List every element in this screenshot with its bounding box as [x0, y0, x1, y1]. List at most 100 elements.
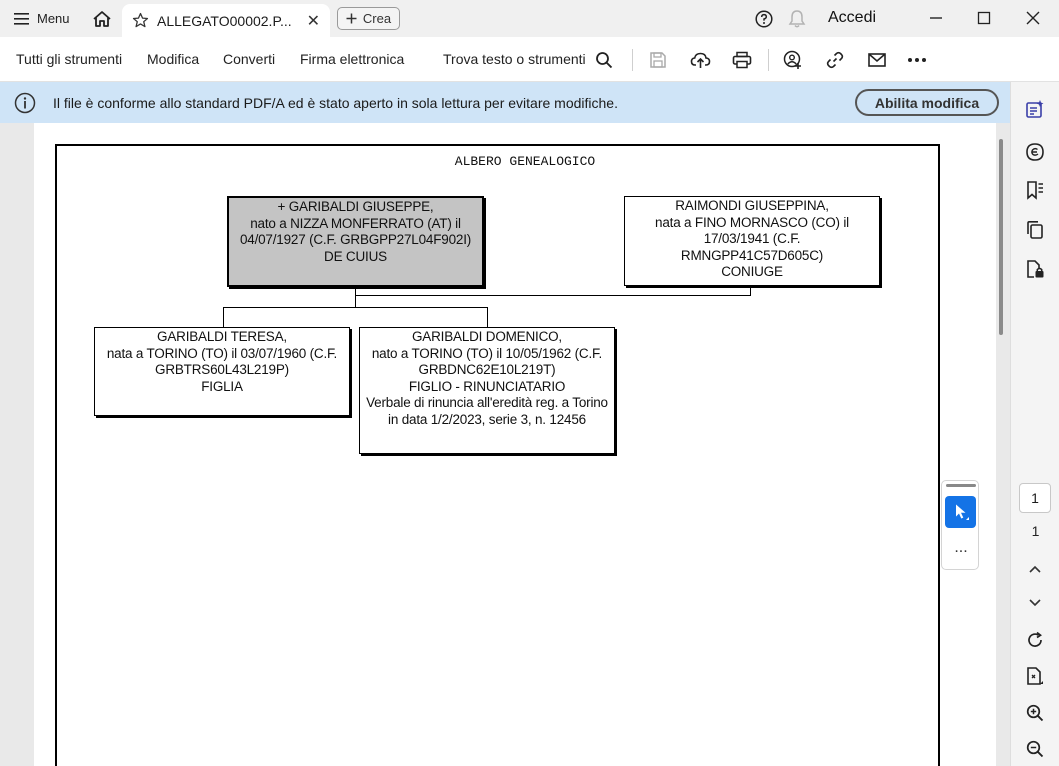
child1-birth: nata a TORINO (TO) il 03/07/1960 (C.F.: [106, 345, 338, 361]
find-tools-button[interactable]: Trova testo o strumenti: [443, 51, 586, 67]
minimize-button[interactable]: [926, 8, 946, 28]
mail-icon: [868, 53, 886, 67]
toolbar: Tutti gli strumenti Modifica Converti Fi…: [0, 37, 1059, 82]
rail-comment-button[interactable]: [1024, 98, 1046, 120]
cursor-icon: [955, 504, 969, 520]
bell-icon[interactable]: [788, 9, 806, 29]
close-tab-icon[interactable]: ✕: [307, 11, 320, 31]
deceased-birth: nato a NIZZA MONFERRATO (AT) il: [250, 215, 461, 231]
tab-title: ALLEGATO00002.P...: [157, 12, 292, 29]
share-user-icon: [783, 50, 801, 69]
spouse-tax-code: RMNGPP41C57D605C): [680, 247, 824, 263]
spouse-box: RAIMONDI GIUSEPPINA, nata a FINO MORNASC…: [624, 196, 880, 286]
sign-in-button[interactable]: Accedi: [828, 9, 876, 27]
child-box-teresa: GARIBALDI TERESA, nata a TORINO (TO) il …: [94, 327, 350, 416]
link-button[interactable]: [824, 49, 846, 71]
child2-renunciation-date: in data 1/2/2023, serie 3, n. 12456: [388, 411, 586, 427]
menu-button[interactable]: Menu: [8, 5, 76, 32]
page-fit-button[interactable]: [1024, 665, 1046, 687]
rail-pages-button[interactable]: [1024, 219, 1046, 241]
info-icon: [14, 92, 36, 114]
title-bar: Menu ALLEGATO00002.P... ✕ Crea Accedi: [0, 0, 1059, 37]
child1-name: GARIBALDI TERESA,: [157, 329, 287, 344]
star-icon[interactable]: [132, 12, 149, 29]
drag-handle[interactable]: [946, 484, 976, 487]
spouse-birth: nata a FINO MORNASCO (CO) il: [655, 214, 849, 230]
zoom-in-icon: [1026, 704, 1044, 722]
file-lock-icon: [1027, 260, 1044, 278]
convert-button[interactable]: Converti: [223, 51, 275, 67]
search-button[interactable]: [593, 49, 615, 71]
cloud-upload-icon: [690, 52, 710, 68]
child2-renunciation: Verbale di rinuncia all'eredità reg. a T…: [366, 395, 608, 410]
save-icon: [650, 52, 666, 68]
deceased-name: + GARIBALDI GIUSEPPE,: [277, 199, 434, 214]
child1-role: FIGLIA: [201, 378, 243, 394]
more-options-button[interactable]: [906, 49, 928, 71]
more-tools-button[interactable]: ...: [942, 539, 980, 557]
connector-line: [487, 307, 488, 327]
prev-page-button[interactable]: [1024, 558, 1046, 580]
connector-line: [355, 288, 356, 308]
edit-button[interactable]: Modifica: [147, 51, 199, 67]
rail-bookmarks-button[interactable]: [1024, 179, 1046, 201]
chevron-down-icon: [1029, 599, 1041, 607]
spouse-role: CONIUGE: [721, 264, 783, 279]
zoom-out-button[interactable]: [1024, 738, 1046, 760]
minimize-icon: [930, 17, 942, 19]
copy-pages-icon: [1027, 221, 1043, 239]
spouse-birth-date: 17/03/1941 (C.F.: [703, 231, 801, 246]
deceased-birth-date: 04/07/1927 (C.F. GRBGPP27L04F902I): [239, 232, 472, 247]
child-box-domenico: GARIBALDI DOMENICO, nato a TORINO (TO) i…: [359, 327, 615, 454]
link-icon: [826, 51, 844, 69]
deceased-role: DE CUIUS: [324, 248, 387, 264]
pdfa-info-bar: Il file è conforme allo standard PDF/A e…: [0, 82, 1010, 123]
search-icon: [596, 52, 613, 69]
email-button[interactable]: [866, 49, 888, 71]
create-label: Crea: [362, 11, 392, 26]
connector-line: [223, 307, 224, 327]
esign-button[interactable]: Firma elettronica: [300, 51, 404, 67]
rail-ai-button[interactable]: [1024, 141, 1046, 163]
deceased-box: + GARIBALDI GIUSEPPE, nato a NIZZA MONFE…: [227, 196, 484, 287]
plus-icon: [346, 13, 357, 24]
close-icon: [1026, 11, 1040, 25]
page-number-input[interactable]: 1: [1019, 483, 1051, 513]
enable-editing-button[interactable]: Abilita modifica: [855, 89, 999, 116]
rail-security-button[interactable]: [1024, 258, 1046, 280]
home-icon: [93, 11, 111, 27]
rotate-button[interactable]: [1024, 629, 1046, 651]
upload-button[interactable]: [689, 49, 711, 71]
maximize-icon: [977, 11, 991, 25]
maximize-button[interactable]: [974, 8, 994, 28]
select-tool-button[interactable]: [945, 496, 976, 528]
document-tab[interactable]: ALLEGATO00002.P... ✕: [122, 4, 330, 37]
zoom-in-button[interactable]: [1024, 702, 1046, 724]
toolbar-divider: [632, 49, 633, 71]
zoom-out-icon: [1026, 740, 1044, 758]
print-button[interactable]: [731, 49, 753, 71]
right-rail: 1 1: [1010, 82, 1059, 766]
next-page-button[interactable]: [1024, 592, 1046, 614]
all-tools-button[interactable]: Tutti gli strumenti: [16, 51, 122, 67]
document-viewport[interactable]: ALBERO GENEALOGICO + GARIBALDI GIUSEPPE,…: [0, 123, 1010, 766]
share-button[interactable]: [782, 49, 804, 71]
home-button[interactable]: [89, 6, 115, 32]
child2-name: GARIBALDI DOMENICO,: [412, 329, 562, 344]
connector-line: [223, 307, 488, 308]
create-button[interactable]: Crea: [337, 7, 400, 30]
menu-label: Menu: [37, 11, 70, 26]
child1-tax-code: GRBTRS60L43L219P): [155, 362, 289, 377]
rotate-icon: [1028, 631, 1042, 647]
page-fit-icon: [1027, 667, 1043, 685]
ai-assistant-icon: [1026, 143, 1044, 161]
floating-toolbar: ...: [941, 480, 979, 570]
help-icon[interactable]: [755, 10, 773, 28]
toolbar-divider: [768, 49, 769, 71]
child2-birth: nato a TORINO (TO) il 10/05/1962 (C.F.: [371, 345, 603, 361]
more-horizontal-icon: [908, 58, 926, 62]
close-window-button[interactable]: [1023, 8, 1043, 28]
save-button[interactable]: [647, 49, 669, 71]
spouse-name: RAIMONDI GIUSEPPINA,: [675, 198, 829, 213]
chevron-up-icon: [1029, 565, 1041, 573]
